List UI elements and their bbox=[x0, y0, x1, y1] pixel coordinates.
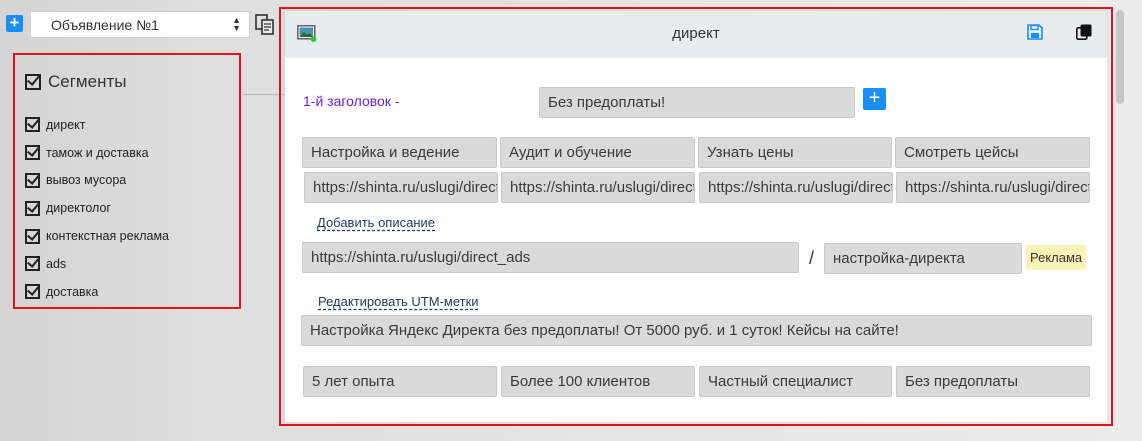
select-arrows-icon: ▲ ▼ bbox=[232, 15, 241, 33]
path-separator: / bbox=[809, 248, 815, 268]
ad-badge: Реклама bbox=[1026, 245, 1087, 270]
sitelink-title-input[interactable]: Смотреть цейсы bbox=[895, 137, 1090, 168]
segment-item[interactable]: доставка bbox=[25, 278, 169, 306]
callout-input[interactable]: Частный специалист bbox=[699, 366, 892, 397]
segment-item[interactable]: директ bbox=[25, 111, 169, 139]
headline-label: 1-й заголовок - bbox=[303, 93, 400, 109]
callout-input[interactable]: 5 лет опыта bbox=[303, 366, 497, 397]
sitelink-title-input[interactable]: Узнать цены bbox=[698, 137, 892, 168]
segment-checkbox[interactable] bbox=[25, 117, 40, 133]
sitelink-url-input[interactable]: https://shinta.ru/uslugi/direct_ads bbox=[699, 172, 893, 203]
scrollbar-thumb[interactable] bbox=[1116, 10, 1124, 104]
edit-utm-link[interactable]: Редактировать UTM-метки bbox=[318, 294, 479, 309]
segment-checkbox[interactable] bbox=[25, 256, 40, 272]
ad-select[interactable]: Объявление №1 ▲ ▼ bbox=[30, 11, 250, 38]
sitelink-title-input[interactable]: Аудит и обучение bbox=[500, 137, 695, 168]
image-icon[interactable] bbox=[297, 25, 317, 42]
duplicate-icon[interactable] bbox=[1076, 24, 1092, 40]
segment-checkbox[interactable] bbox=[25, 145, 40, 161]
ad-header: директ bbox=[285, 11, 1107, 58]
sitelink-url-input[interactable]: https://shinta.ru/uslugi/direct_ads bbox=[896, 172, 1090, 203]
callout-input[interactable]: Без предоплаты bbox=[896, 366, 1090, 397]
callout-input[interactable]: Более 100 клиентов bbox=[501, 366, 695, 397]
segments-panel: Сегменты директ тамож и доставка вывоз м… bbox=[13, 53, 293, 309]
segment-item[interactable]: тамож и доставка bbox=[25, 139, 169, 167]
add-headline-button[interactable]: + bbox=[863, 88, 886, 110]
segment-item[interactable]: директолог bbox=[25, 194, 169, 222]
url-input[interactable]: https://shinta.ru/uslugi/direct_ads bbox=[302, 242, 799, 273]
add-ad-button[interactable]: + bbox=[6, 14, 23, 32]
sitelink-url-input[interactable]: https://shinta.ru/uslugi/direct_ads bbox=[304, 172, 498, 203]
segment-checkbox[interactable] bbox=[25, 228, 40, 244]
segment-checkbox[interactable] bbox=[25, 200, 40, 216]
ad-select-value: Объявление №1 bbox=[51, 17, 159, 33]
segment-checkbox[interactable] bbox=[25, 284, 40, 300]
copy-to-icon[interactable] bbox=[255, 14, 275, 36]
ad-editor: директ 1-й заголовок - Без предоплаты! +… bbox=[285, 11, 1107, 422]
ad-editor-frame: директ 1-й заголовок - Без предоплаты! +… bbox=[279, 7, 1113, 426]
segments-list: директ тамож и доставка вывоз мусора дир… bbox=[25, 111, 169, 306]
sitelink-title-input[interactable]: Настройка и ведение bbox=[302, 137, 497, 168]
segment-item[interactable]: контекстная реклама bbox=[25, 222, 169, 250]
segments-title[interactable]: Сегменты bbox=[25, 72, 126, 92]
ad-text-input[interactable]: Настройка Яндекс Директа без предоплаты!… bbox=[301, 315, 1092, 346]
segment-item[interactable]: ads bbox=[25, 250, 169, 278]
display-path-input[interactable]: настройка-директа bbox=[824, 243, 1022, 274]
sitelink-url-input[interactable]: https://shinta.ru/uslugi/direct_ads bbox=[501, 172, 695, 203]
save-icon[interactable] bbox=[1027, 24, 1043, 40]
segment-checkbox[interactable] bbox=[25, 172, 40, 188]
add-description-link[interactable]: Добавить описание bbox=[317, 215, 435, 230]
ad-header-title: директ bbox=[672, 25, 720, 42]
headline-input[interactable]: Без предоплаты! bbox=[539, 87, 855, 118]
segments-all-checkbox[interactable] bbox=[25, 74, 41, 90]
segment-item[interactable]: вывоз мусора bbox=[25, 167, 169, 195]
